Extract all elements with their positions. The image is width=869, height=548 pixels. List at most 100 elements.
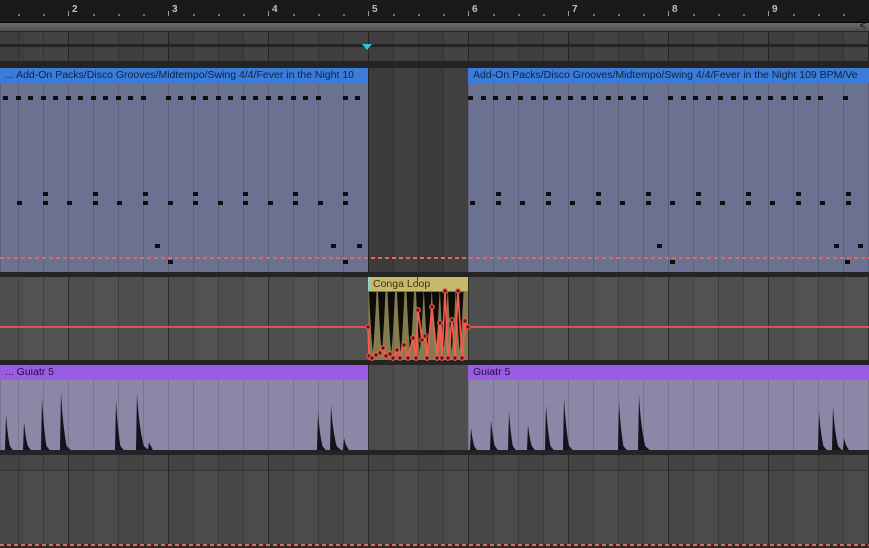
guitar-waveform: [468, 380, 869, 450]
automation-breakpoint[interactable]: [430, 305, 435, 310]
automation-breakpoint[interactable]: [435, 356, 440, 361]
clip-title-bar[interactable]: Add-On Packs/Disco Grooves/Midtempo/Swin…: [468, 68, 869, 83]
automation-breakpoint[interactable]: [416, 308, 421, 313]
ruler-beat-dot: [818, 14, 820, 16]
midi-clip-body[interactable]: [0, 83, 368, 272]
waveform-spike: [343, 438, 349, 450]
ruler-beat-dot: [193, 14, 195, 16]
waveform-spike: [508, 412, 516, 450]
automation-breakpoint[interactable]: [440, 356, 445, 361]
insert-marker-icon[interactable]: [362, 44, 372, 50]
automation-breakpoint[interactable]: [463, 319, 468, 324]
ruler-bar-tick: [168, 11, 169, 16]
ruler-beat-dot: [293, 14, 295, 16]
ruler-beat-dot: [393, 14, 395, 16]
automation-breakpoint[interactable]: [438, 321, 443, 326]
automation-breakpoint[interactable]: [395, 348, 400, 353]
ruler-bar-label: 9: [772, 4, 778, 16]
automation-breakpoint[interactable]: [453, 356, 458, 361]
ruler-bar-tick: [768, 11, 769, 16]
ruler-bar-tick: [468, 11, 469, 16]
automation-breakpoint[interactable]: [391, 356, 396, 361]
lane-top-2-bg: [0, 47, 869, 61]
volume-automation-envelope[interactable]: [0, 277, 869, 365]
audio-clip-body[interactable]: [0, 380, 368, 450]
lane-top-1-bg: [0, 32, 869, 44]
ruler-beat-dot: [793, 14, 795, 16]
clip-fever-in-the-night-right[interactable]: Add-On Packs/Disco Grooves/Midtempo/Swin…: [468, 68, 869, 272]
clip-title-bar[interactable]: Guiatr 5: [468, 365, 869, 380]
lane-separator: [0, 61, 869, 68]
ruler-beat-dot: [93, 14, 95, 16]
ruler-beat-dot: [618, 14, 620, 16]
waveform-spike: [545, 405, 554, 450]
ruler-beat-dot: [218, 14, 220, 16]
audio-clip-body[interactable]: [468, 380, 869, 450]
ruler-beat-dot: [493, 14, 495, 16]
ruler-beat-dot: [118, 14, 120, 16]
automation-breakpoint[interactable]: [406, 356, 411, 361]
waveform-spike: [818, 412, 827, 450]
ruler-bar-label: 4: [272, 4, 278, 16]
waveform-spike: [470, 428, 477, 450]
waveform-spike: [527, 425, 535, 450]
ruler-beat-dot: [743, 14, 745, 16]
ruler-bar-label: 2: [72, 4, 78, 16]
ruler-beat-dot: [243, 14, 245, 16]
ruler-beat-dot: [718, 14, 720, 16]
ruler-bar-label: 8: [672, 4, 678, 16]
waveform-spike: [115, 400, 124, 450]
ruler-bar-tick: [268, 11, 269, 16]
beat-time-ruler[interactable]: 23456789: [0, 0, 869, 23]
automation-breakpoint[interactable]: [425, 356, 430, 361]
clip-title-bar[interactable]: ... Add-On Packs/Disco Grooves/Midtempo/…: [0, 68, 368, 83]
automation-breakpoint[interactable]: [414, 356, 419, 361]
waveform-spike: [843, 438, 849, 450]
inactive-automation-line[interactable]: [0, 257, 869, 259]
ruler-beat-dot: [18, 14, 20, 16]
ruler-beat-dot: [318, 14, 320, 16]
automation-breakpoint[interactable]: [443, 289, 448, 294]
midi-clip-body[interactable]: [468, 83, 869, 272]
automation-breakpoint[interactable]: [450, 318, 455, 323]
ruler-bar-label: 6: [472, 4, 478, 16]
clip-guiatr5-right[interactable]: Guiatr 5: [468, 365, 869, 450]
waveform-spike: [41, 398, 50, 450]
waveform-spike: [618, 402, 627, 450]
automation-breakpoint[interactable]: [398, 356, 403, 361]
waveform-spike: [60, 392, 71, 450]
automation-breakpoint[interactable]: [378, 351, 383, 356]
ruler-bar-label: 7: [572, 4, 578, 16]
automation-breakpoint[interactable]: [366, 325, 371, 330]
waveform-spike: [23, 422, 31, 450]
clip-title-bar[interactable]: ... Guiatr 5: [0, 365, 368, 380]
automation-breakpoint[interactable]: [460, 356, 465, 361]
ruler-bar-tick: [668, 11, 669, 16]
ruler-beat-dot: [593, 14, 595, 16]
ruler-beat-dot: [43, 14, 45, 16]
scrub-area[interactable]: <: [0, 23, 869, 32]
automation-breakpoint[interactable]: [402, 343, 407, 348]
waveform-spike: [5, 415, 13, 450]
clip-fever-in-the-night-left[interactable]: ... Add-On Packs/Disco Grooves/Midtempo/…: [0, 68, 368, 272]
automation-breakpoint[interactable]: [423, 334, 428, 339]
ruler-bar-label: 3: [172, 4, 178, 16]
waveform-spike: [148, 442, 153, 450]
automation-breakpoint[interactable]: [381, 346, 386, 351]
scroll-left-icon[interactable]: <: [860, 21, 866, 32]
ruler-bar-tick: [68, 11, 69, 16]
automation-breakpoint[interactable]: [456, 289, 461, 294]
inactive-automation-line[interactable]: [0, 544, 869, 546]
waveform-spike: [490, 420, 498, 450]
clip-guiatr5-left[interactable]: ... Guiatr 5: [0, 365, 368, 450]
automation-line[interactable]: [0, 291, 869, 358]
ruler-beat-dot: [643, 14, 645, 16]
automation-breakpoint[interactable]: [466, 325, 471, 330]
waveform-spike: [832, 407, 842, 450]
automation-breakpoint[interactable]: [411, 336, 416, 341]
waveform-spike: [638, 395, 650, 450]
ruler-bar-tick: [368, 11, 369, 16]
ruler-beat-dot: [343, 14, 345, 16]
ruler-beat-dot: [518, 14, 520, 16]
automation-breakpoint[interactable]: [446, 356, 451, 361]
